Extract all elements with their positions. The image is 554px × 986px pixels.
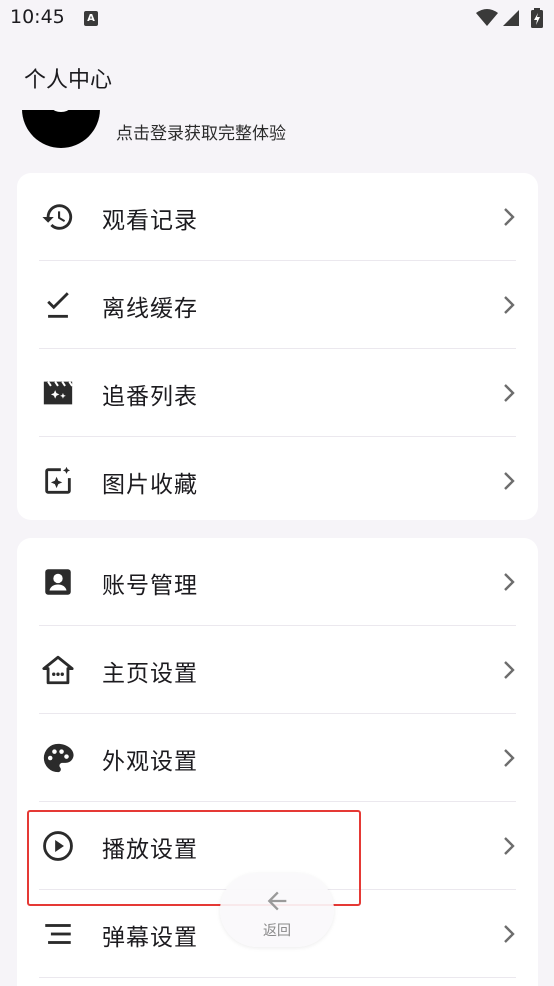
menu-item-offline-cache[interactable]: 离线缓存	[17, 261, 538, 349]
menu-label: 弹幕设置	[102, 925, 198, 951]
clapperboard-icon	[43, 381, 73, 405]
play-circle-icon	[43, 831, 73, 861]
menu-item-image-favorites[interactable]: 图片收藏	[17, 437, 538, 525]
menu-card-content: 观看记录 离线缓存 追番列表 图片收藏	[17, 173, 538, 520]
menu-item-home-settings[interactable]: 主页设置	[17, 626, 538, 714]
home-icon	[42, 655, 74, 685]
image-sparkle-icon	[45, 466, 71, 494]
chevron-right-icon	[504, 573, 515, 591]
divider	[39, 977, 516, 978]
battery-icon	[531, 8, 543, 28]
account-box-icon	[45, 569, 71, 595]
danmaku-lines-icon	[45, 924, 71, 944]
menu-label: 播放设置	[102, 837, 198, 863]
chevron-right-icon	[504, 384, 515, 402]
screen: 10:45 A 个人中心 点击登录获取完整体验 观看记录 离线缓存 追番列表 图…	[0, 0, 554, 986]
page-title: 个人中心	[24, 68, 113, 93]
menu-label: 外观设置	[102, 749, 198, 775]
menu-item-follow-list[interactable]: 追番列表	[17, 349, 538, 437]
menu-label: 观看记录	[102, 208, 198, 234]
menu-label: 图片收藏	[102, 472, 198, 498]
arrow-left-icon	[267, 891, 287, 911]
palette-icon	[43, 743, 74, 773]
back-button[interactable]: 返回	[220, 873, 334, 947]
menu-label: 离线缓存	[102, 296, 198, 322]
chevron-right-icon	[504, 749, 515, 767]
wifi-icon	[476, 9, 498, 26]
menu-item-appearance[interactable]: 外观设置	[17, 714, 538, 802]
chevron-right-icon	[504, 208, 515, 226]
status-time: 10:45	[10, 6, 65, 28]
chevron-right-icon	[504, 925, 515, 943]
menu-item-watch-history[interactable]: 观看记录	[17, 173, 538, 261]
signal-icon	[503, 10, 519, 26]
menu-label: 主页设置	[102, 661, 198, 687]
menu-label: 追番列表	[102, 384, 198, 410]
menu-label: 账号管理	[102, 573, 198, 599]
chevron-right-icon	[504, 296, 515, 314]
chevron-right-icon	[504, 837, 515, 855]
menu-item-account[interactable]: 账号管理	[17, 538, 538, 626]
history-icon	[42, 204, 73, 230]
chevron-right-icon	[504, 472, 515, 490]
chevron-right-icon	[504, 661, 515, 679]
back-label: 返回	[263, 923, 291, 939]
download-check-icon	[47, 292, 69, 318]
notification-a-icon: A	[84, 11, 98, 26]
login-hint[interactable]: 点击登录获取完整体验	[116, 119, 286, 144]
status-bar: 10:45 A	[0, 0, 554, 40]
